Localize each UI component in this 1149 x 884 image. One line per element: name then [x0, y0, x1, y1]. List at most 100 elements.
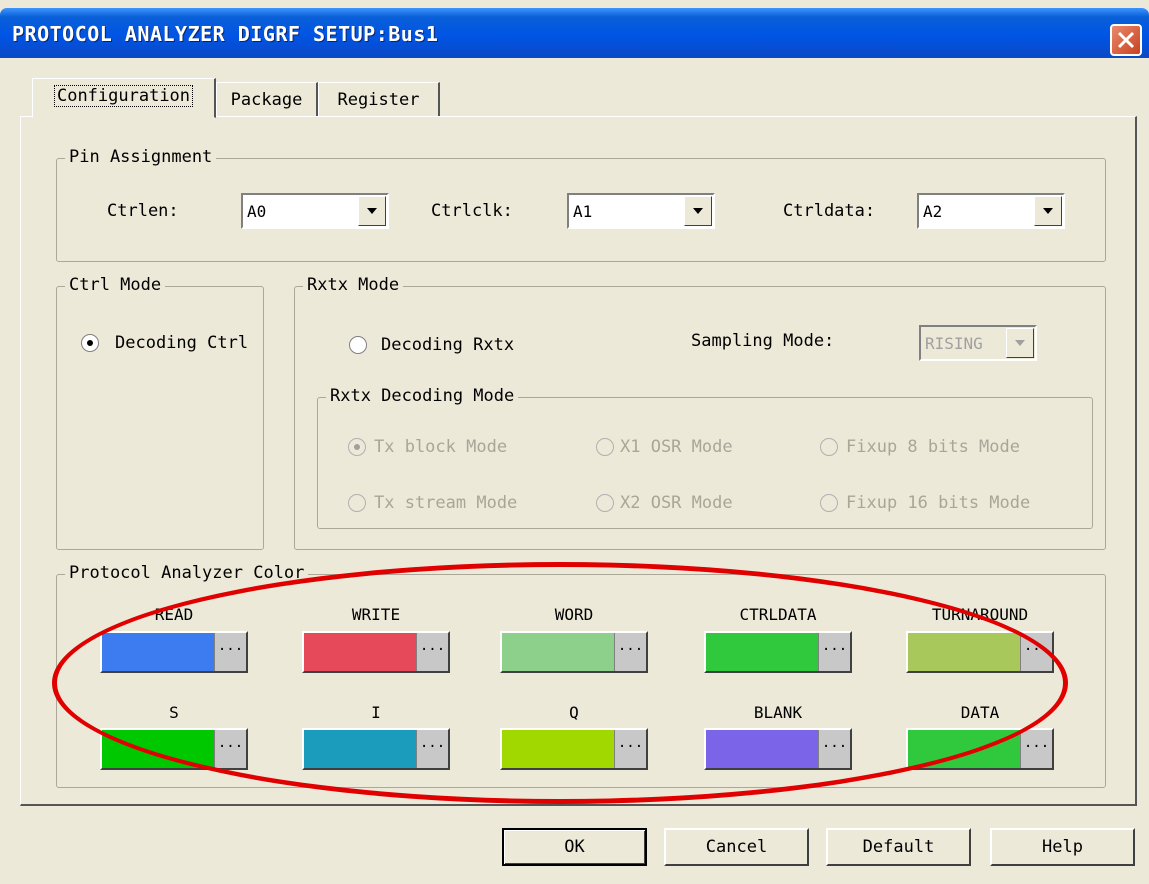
- tx-block-mode-radio[interactable]: [348, 438, 366, 456]
- rxtx-mode-group: Rxtx Mode Decoding Rxtx Sampling Mode: R…: [294, 275, 1106, 550]
- ctrlclk-dropdown-button[interactable]: [684, 196, 712, 226]
- ctrlen-label: Ctrlen:: [107, 201, 179, 221]
- close-button[interactable]: [1110, 24, 1142, 56]
- color-fill-data: [908, 730, 1020, 768]
- color-fill-write: [304, 633, 416, 671]
- ctrlclk-label: Ctrlclk:: [431, 201, 513, 221]
- cancel-button[interactable]: Cancel: [664, 828, 809, 866]
- color-label-ctrldata: CTRLDATA: [739, 605, 817, 624]
- ctrlen-dropdown-button[interactable]: [358, 196, 386, 226]
- ctrldata-value: A2: [923, 202, 943, 221]
- ctrlen-select[interactable]: A0: [241, 193, 389, 229]
- protocol-analyzer-color-title: Protocol Analyzer Color: [65, 563, 309, 583]
- decoding-rxtx-radio[interactable]: [349, 336, 367, 354]
- color-label-i: I: [371, 703, 381, 722]
- pin-assignment-title: Pin Assignment: [65, 147, 217, 167]
- color-fill-read: [102, 633, 214, 671]
- color-fill-blank: [706, 730, 818, 768]
- tab-configuration-label: Configuration: [53, 85, 194, 107]
- ctrl-mode-title: Ctrl Mode: [65, 275, 166, 295]
- color-label-data: DATA: [960, 703, 1000, 722]
- color-swatch-word[interactable]: ...: [500, 631, 648, 673]
- color-picker-button-i[interactable]: ...: [416, 730, 448, 768]
- rxtx-decoding-mode-title: Rxtx Decoding Mode: [326, 386, 519, 406]
- color-fill-s: [102, 730, 214, 768]
- tx-stream-mode-radio[interactable]: [348, 494, 366, 512]
- tab-register-label: Register: [337, 90, 420, 110]
- tab-configuration[interactable]: Configuration: [32, 78, 216, 118]
- sampling-mode-dropdown-button[interactable]: [1006, 328, 1034, 358]
- color-swatch-read[interactable]: ...: [100, 631, 248, 673]
- x1-osr-mode-label: X1 OSR Mode: [620, 437, 733, 457]
- decoding-rxtx-label: Decoding Rxtx: [381, 335, 515, 355]
- color-label-q: Q: [569, 703, 579, 722]
- tx-block-mode-label: Tx block Mode: [374, 437, 508, 457]
- color-picker-button-data[interactable]: ...: [1020, 730, 1052, 768]
- color-swatch-i[interactable]: ...: [302, 728, 450, 770]
- sampling-mode-label: Sampling Mode:: [691, 331, 835, 351]
- x1-osr-mode-radio[interactable]: [596, 438, 614, 456]
- tab-package[interactable]: Package: [216, 82, 318, 116]
- help-button[interactable]: Help: [990, 828, 1135, 866]
- decoding-ctrl-label: Decoding Ctrl: [115, 333, 249, 353]
- ctrl-mode-group: Ctrl Mode Decoding Ctrl: [56, 275, 264, 550]
- ctrldata-dropdown-button[interactable]: [1034, 196, 1062, 226]
- chevron-down-icon: [367, 208, 377, 214]
- window-title: PROTOCOL ANALYZER DIGRF SETUP:Bus1: [12, 22, 439, 46]
- tab-register[interactable]: Register: [318, 82, 440, 116]
- color-fill-word: [502, 633, 614, 671]
- dialog-window: PROTOCOL ANALYZER DIGRF SETUP:Bus1 Confi…: [0, 0, 1149, 884]
- tab-package-label: Package: [230, 90, 303, 110]
- fixup-16-bits-mode-radio[interactable]: [820, 494, 838, 512]
- color-picker-button-s[interactable]: ...: [214, 730, 246, 768]
- color-fill-ctrldata: [706, 633, 818, 671]
- color-picker-button-ctrldata[interactable]: ...: [818, 633, 850, 671]
- ctrldata-select[interactable]: A2: [917, 193, 1065, 229]
- color-fill-turnaround: [908, 633, 1020, 671]
- color-swatch-blank[interactable]: ...: [704, 728, 852, 770]
- dialog-body: Configuration Package Register Pin Assig…: [4, 58, 1145, 880]
- color-picker-button-write[interactable]: ...: [416, 633, 448, 671]
- title-bar: PROTOCOL ANALYZER DIGRF SETUP:Bus1: [0, 8, 1149, 58]
- sampling-mode-value: RISING: [925, 334, 983, 353]
- color-label-read: READ: [154, 605, 194, 624]
- color-fill-i: [304, 730, 416, 768]
- sampling-mode-select[interactable]: RISING: [919, 325, 1037, 361]
- ctrlclk-select[interactable]: A1: [567, 193, 715, 229]
- rxtx-mode-title: Rxtx Mode: [303, 275, 404, 295]
- ctrlen-value: A0: [247, 202, 267, 221]
- color-label-turnaround: TURNAROUND: [931, 605, 1029, 624]
- color-swatch-data[interactable]: ...: [906, 728, 1054, 770]
- color-label-word: WORD: [554, 605, 594, 624]
- ctrldata-label: Ctrldata:: [783, 201, 876, 221]
- color-swatch-write[interactable]: ...: [302, 631, 450, 673]
- close-icon: [1117, 31, 1135, 49]
- chevron-down-icon: [1043, 208, 1053, 214]
- fixup-16-bits-mode-label: Fixup 16 bits Mode: [846, 493, 1031, 513]
- default-button[interactable]: Default: [826, 828, 971, 866]
- color-swatch-turnaround[interactable]: ...: [906, 631, 1054, 673]
- color-swatch-ctrldata[interactable]: ...: [704, 631, 852, 673]
- color-label-blank: BLANK: [753, 703, 803, 722]
- ok-button[interactable]: OK: [502, 828, 647, 866]
- fixup-8-bits-mode-label: Fixup 8 bits Mode: [846, 437, 1020, 457]
- decoding-ctrl-radio[interactable]: [81, 334, 99, 352]
- color-picker-button-blank[interactable]: ...: [818, 730, 850, 768]
- pin-assignment-group: Pin Assignment Ctrlen: A0 Ctrlclk: A1 Ct…: [56, 147, 1106, 262]
- color-label-write: WRITE: [351, 605, 401, 624]
- color-picker-button-turnaround[interactable]: ...: [1020, 633, 1052, 671]
- chevron-down-icon: [693, 208, 703, 214]
- color-picker-button-q[interactable]: ...: [614, 730, 646, 768]
- x2-osr-mode-radio[interactable]: [596, 494, 614, 512]
- fixup-8-bits-mode-radio[interactable]: [820, 438, 838, 456]
- color-picker-button-word[interactable]: ...: [614, 633, 646, 671]
- chevron-down-icon: [1015, 340, 1025, 346]
- color-swatch-q[interactable]: ...: [500, 728, 648, 770]
- color-fill-q: [502, 730, 614, 768]
- color-swatch-s[interactable]: ...: [100, 728, 248, 770]
- tx-stream-mode-label: Tx stream Mode: [374, 493, 518, 513]
- color-label-s: S: [169, 703, 179, 722]
- ctrlclk-value: A1: [573, 202, 593, 221]
- rxtx-decoding-mode-group: Rxtx Decoding Mode Tx block Mode X1 OSR …: [317, 386, 1093, 529]
- color-picker-button-read[interactable]: ...: [214, 633, 246, 671]
